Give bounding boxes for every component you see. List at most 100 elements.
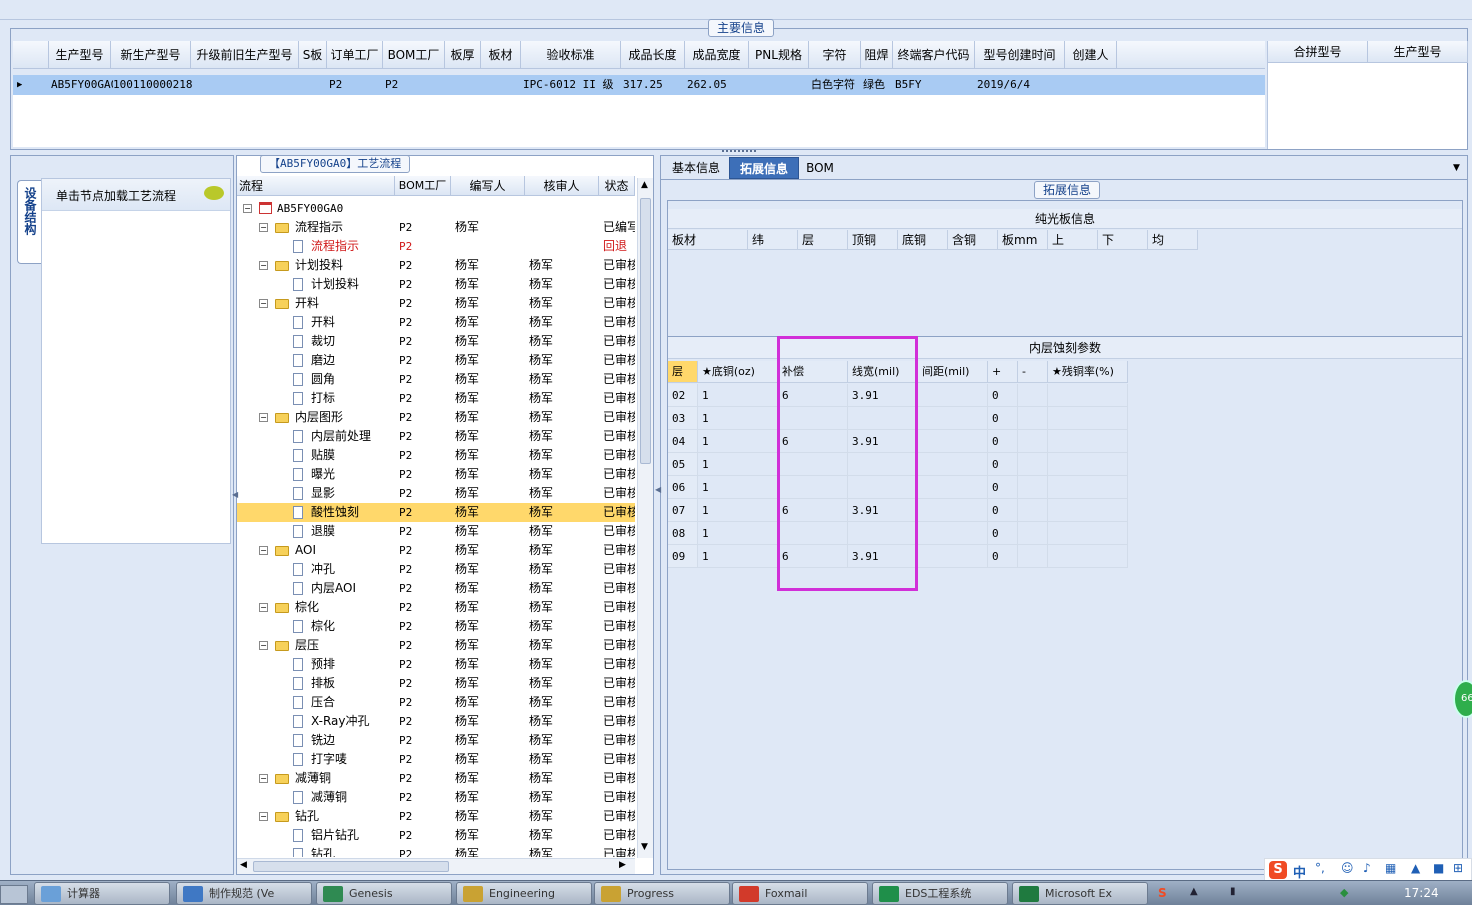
collapse-icon[interactable]: − [259, 299, 268, 308]
punctuation-icon[interactable]: °, [1315, 861, 1325, 875]
main-col-header[interactable]: 验收标准 [521, 41, 621, 69]
main-col-header[interactable]: 创建人 [1065, 41, 1117, 69]
tree-row[interactable]: 内层AOI P2 杨军 杨军 已审核 [237, 579, 635, 598]
main-col-header[interactable]: S板 [299, 41, 327, 69]
inner-etch-col-header[interactable]: ★底铜(oz) [698, 361, 778, 383]
tree-row[interactable]: 裁切 P2 杨军 杨军 已审核 [237, 332, 635, 351]
tree-row[interactable]: − 层压 P2 杨军 杨军 已审核 [237, 636, 635, 655]
plain-board-col-header[interactable]: 层 [798, 230, 848, 250]
tree-row[interactable]: − 减薄铜 P2 杨军 杨军 已审核 [237, 769, 635, 788]
main-col-header[interactable]: 板厚 [445, 41, 481, 69]
inner-etch-col-header[interactable]: - [1018, 361, 1048, 383]
menu-grid-icon[interactable]: ⊞ [1453, 861, 1463, 875]
ime-toolbar[interactable]: S 中 °, ☺ ♪ ▦ ▲ ■ ⊞ [1264, 858, 1472, 882]
collapse-icon[interactable]: − [259, 641, 268, 650]
main-col-header[interactable]: 板材 [481, 41, 521, 69]
inner-etch-cell[interactable]: 07 [668, 499, 698, 522]
tree-row[interactable]: 内层前处理 P2 杨军 杨军 已审核 [237, 427, 635, 446]
main-col-header[interactable]: 型号创建时间 [975, 41, 1065, 69]
inner-etch-cell[interactable] [1018, 476, 1048, 499]
inner-etch-col-header[interactable]: ★残铜率(%) [1048, 361, 1128, 383]
inner-etch-cell[interactable]: 1 [698, 430, 778, 453]
tree-row[interactable]: 显影 P2 杨军 杨军 已审核 [237, 484, 635, 503]
plain-board-col-header[interactable]: 顶铜 [848, 230, 898, 250]
inner-etch-cell[interactable] [1018, 407, 1048, 430]
inner-etch-cell[interactable]: 0 [988, 407, 1018, 430]
inner-etch-cell[interactable] [1048, 545, 1128, 568]
taskbar-item[interactable]: Engineering [456, 882, 592, 905]
microphone-icon[interactable]: ♪ [1363, 861, 1371, 875]
tree-row[interactable]: 开料 P2 杨军 杨军 已审核 [237, 313, 635, 332]
collapse-icon[interactable]: − [259, 413, 268, 422]
plain-board-col-header[interactable]: 板材 [668, 230, 748, 250]
plain-board-col-header[interactable]: 含铜 [948, 230, 998, 250]
inner-etch-col-header[interactable]: + [988, 361, 1018, 383]
inner-etch-cell[interactable] [1018, 499, 1048, 522]
inner-etch-cell[interactable] [918, 545, 988, 568]
inner-etch-cell[interactable]: 03 [668, 407, 698, 430]
inner-etch-cell[interactable] [918, 430, 988, 453]
main-col-header[interactable]: 升级前旧生产型号 [191, 41, 299, 69]
inner-etch-cell[interactable]: 0 [988, 545, 1018, 568]
main-col-header[interactable]: PNL规格 [749, 41, 809, 69]
inner-etch-cell[interactable]: 1 [698, 476, 778, 499]
taskbar-item[interactable]: 计算器 [34, 882, 170, 905]
floating-widget-icon[interactable]: 66 [1453, 680, 1472, 718]
inner-etch-col-header[interactable]: 层 [668, 361, 698, 383]
tree-row[interactable]: 减薄铜 P2 杨军 杨军 已审核 [237, 788, 635, 807]
inner-etch-cell[interactable] [1018, 545, 1048, 568]
tree-row[interactable]: − 棕化 P2 杨军 杨军 已审核 [237, 598, 635, 617]
inner-etch-cell[interactable] [1048, 453, 1128, 476]
production-col-header[interactable]: 生产型号 [1368, 41, 1468, 63]
taskbar-item[interactable]: EDS工程系统 [872, 882, 1008, 905]
tree-row[interactable]: 棕化 P2 杨军 杨军 已审核 [237, 617, 635, 636]
inner-etch-cell[interactable] [918, 407, 988, 430]
collapse-icon[interactable]: − [259, 261, 268, 270]
plain-board-col-header[interactable]: 纬 [748, 230, 798, 250]
inner-etch-cell[interactable]: 1 [698, 384, 778, 407]
main-col-header[interactable]: BOM工厂 [383, 41, 445, 69]
tab-1[interactable]: 拓展信息 [729, 157, 799, 179]
tree-hscroll[interactable]: ◀ ▶ [237, 858, 635, 874]
tree-row[interactable]: X-Ray冲孔 P2 杨军 杨军 已审核 [237, 712, 635, 731]
main-col-header[interactable]: 阻焊 [861, 41, 893, 69]
tree-row[interactable]: 酸性蚀刻 P2 杨军 杨军 已审核 [237, 503, 635, 522]
tree-row[interactable]: 计划投料 P2 杨军 杨军 已审核 [237, 275, 635, 294]
hint-header[interactable]: 单击节点加载工艺流程 [42, 179, 230, 211]
inner-etch-cell[interactable] [918, 384, 988, 407]
inner-etch-cell[interactable] [1018, 384, 1048, 407]
main-col-header[interactable]: 终端客户代码 [893, 41, 975, 69]
tree-row[interactable]: 钻孔 P2 杨军 杨军 已审核 [237, 845, 635, 857]
splitter-grip[interactable] [722, 150, 756, 154]
tray-shield-icon[interactable]: ◆ [1340, 886, 1348, 899]
tree-row[interactable]: 冲孔 P2 杨军 杨军 已审核 [237, 560, 635, 579]
tree-row[interactable]: 压合 P2 杨军 杨军 已审核 [237, 693, 635, 712]
toolbox-icon[interactable]: ■ [1433, 861, 1444, 875]
tree-row[interactable]: 圆角 P2 杨军 杨军 已审核 [237, 370, 635, 389]
inner-etch-cell[interactable] [1048, 476, 1128, 499]
tree-row[interactable]: 退膜 P2 杨军 杨军 已审核 [237, 522, 635, 541]
tab-dropdown-icon[interactable]: ▼ [1453, 163, 1460, 173]
collapse-icon[interactable]: − [243, 204, 252, 213]
tree-row[interactable]: − 流程指示 P2 杨军 已编写 [237, 218, 635, 237]
collapse-icon[interactable]: − [259, 603, 268, 612]
tree-row[interactable]: − 开料 P2 杨军 杨军 已审核 [237, 294, 635, 313]
inner-etch-cell[interactable]: 09 [668, 545, 698, 568]
collapse-icon[interactable]: − [259, 223, 268, 232]
right-splitter-arrow[interactable]: ◀ [655, 485, 661, 494]
main-col-header[interactable]: 新生产型号 [111, 41, 191, 69]
keyboard-icon[interactable]: ▦ [1385, 861, 1396, 875]
taskbar-item[interactable]: Foxmail [732, 882, 868, 905]
inner-etch-cell[interactable] [918, 476, 988, 499]
collapse-icon[interactable]: − [259, 774, 268, 783]
clock[interactable]: 17:24 [1404, 886, 1439, 900]
hscroll-left-arrow[interactable]: ◀ [240, 860, 247, 870]
inner-etch-cell[interactable]: 1 [698, 453, 778, 476]
scroll-thumb[interactable] [640, 198, 651, 464]
ime-mode-label[interactable]: 中 [1293, 862, 1306, 881]
inner-etch-cell[interactable] [1048, 384, 1128, 407]
left-splitter-arrow[interactable]: ◀ [232, 490, 238, 499]
tree-row[interactable]: 铣边 P2 杨军 杨军 已审核 [237, 731, 635, 750]
main-col-header[interactable]: 成品长度 [621, 41, 685, 69]
main-col-header[interactable]: 字符 [809, 41, 861, 69]
